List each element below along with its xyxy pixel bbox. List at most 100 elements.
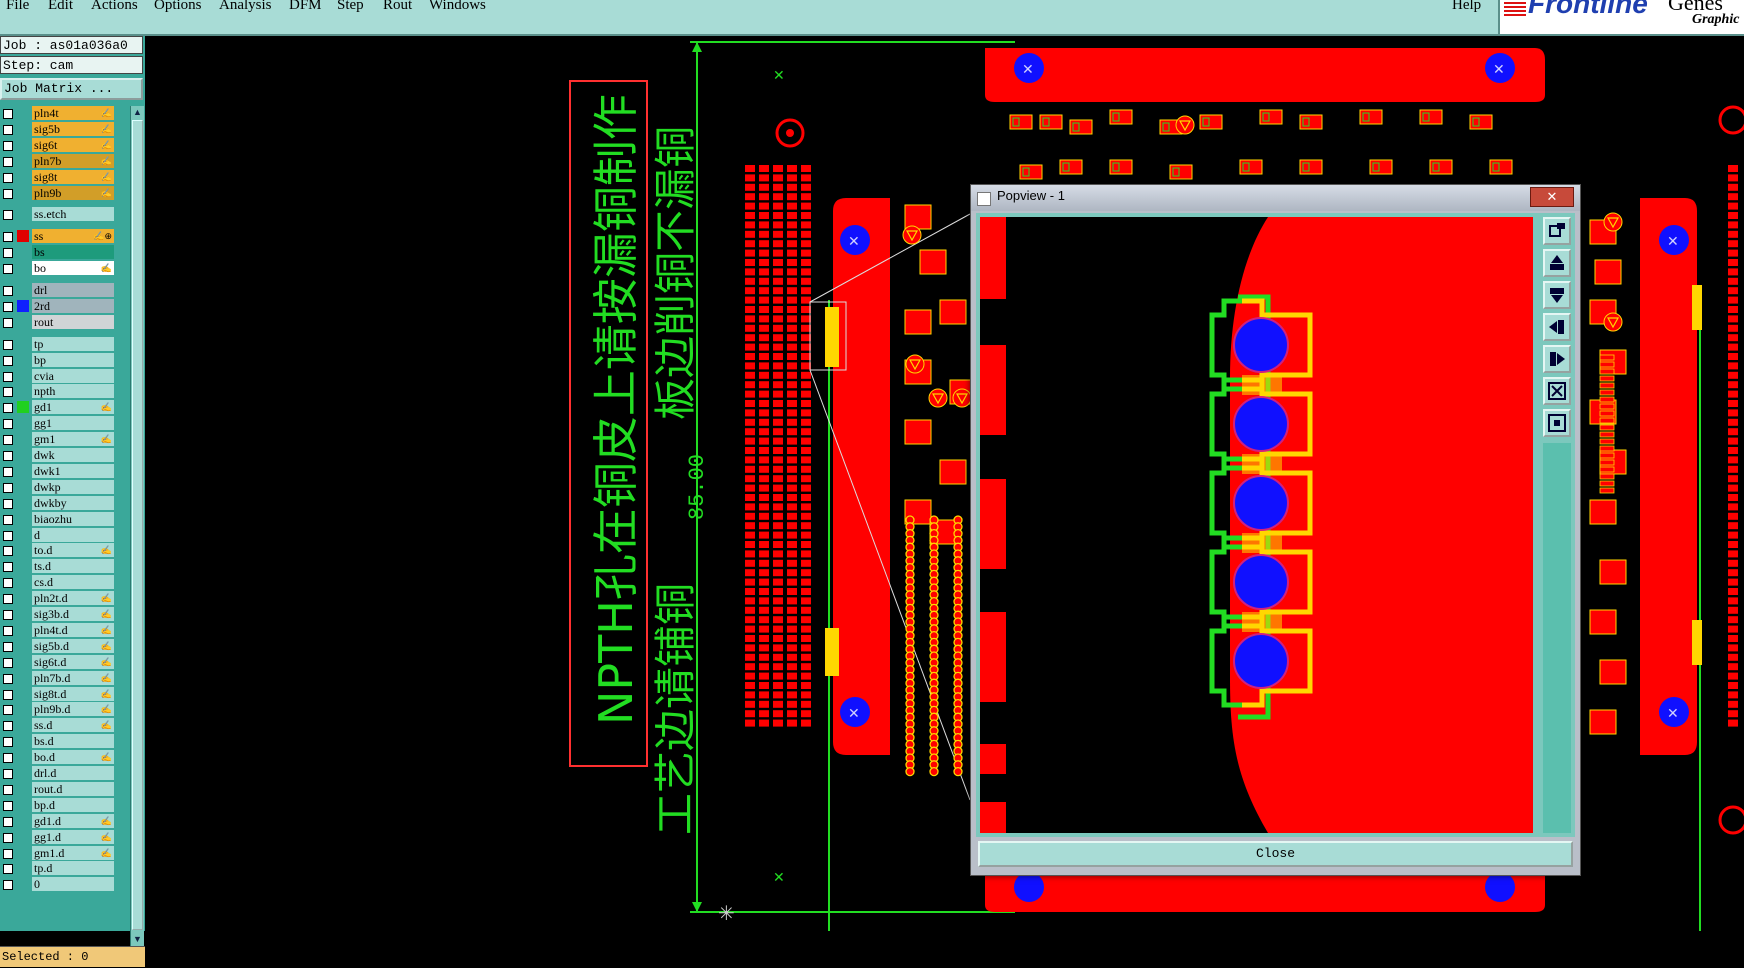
layer-checkbox[interactable] (3, 562, 13, 573)
layer-name[interactable]: gg1 (32, 416, 114, 431)
layer-checkbox[interactable] (3, 610, 13, 620)
layer-row[interactable]: dwk (0, 448, 128, 463)
zoom-home-icon[interactable] (1543, 409, 1571, 437)
layer-checkbox[interactable] (3, 816, 13, 827)
layer-checkbox[interactable] (3, 286, 13, 296)
menu-windows[interactable]: Windows (429, 0, 486, 14)
layer-checkbox[interactable] (3, 482, 13, 493)
popview-drawing[interactable] (980, 217, 1533, 833)
layer-row[interactable]: sig5b ✍ (0, 121, 128, 137)
layer-checkbox[interactable] (3, 864, 13, 875)
layer-row[interactable]: gd1 ✍ (0, 400, 128, 415)
layer-checkbox[interactable] (3, 641, 13, 652)
layer-checkbox[interactable] (3, 301, 13, 312)
layer-checkbox[interactable] (3, 594, 13, 605)
layer-row[interactable]: bs.d (0, 734, 128, 749)
layer-name[interactable]: pln2t.d ✍ (32, 591, 114, 606)
layer-row[interactable]: pln7b.d ✍ (0, 670, 128, 686)
layer-name[interactable]: tp.d (32, 861, 114, 876)
layer-checkbox[interactable] (3, 109, 13, 119)
layer-row[interactable]: rout.d (0, 781, 128, 797)
layer-checkbox[interactable] (3, 530, 13, 541)
layer-name[interactable]: bo ✍ (32, 261, 114, 276)
layer-name[interactable]: ss.etch (32, 207, 114, 222)
layer-checkbox[interactable] (3, 498, 13, 509)
layer-row[interactable]: bp (0, 352, 128, 368)
layer-name[interactable]: sig8t.d ✍ (32, 686, 114, 701)
layer-row[interactable]: bo.d ✍ (0, 750, 128, 765)
layer-name[interactable]: ss.d ✍ (32, 718, 114, 733)
layer-row[interactable]: cvia (0, 368, 128, 384)
layer-checkbox[interactable] (3, 546, 13, 557)
layer-checkbox[interactable] (3, 188, 13, 199)
layer-row[interactable]: ss.d ✍ (0, 718, 128, 733)
menu-dfm[interactable]: DFM (289, 0, 322, 14)
layer-name[interactable]: gg1.d ✍ (32, 829, 114, 844)
layer-checkbox[interactable] (3, 451, 13, 461)
layer-name[interactable]: to.d ✍ (32, 543, 114, 558)
close-icon[interactable]: ✕ (1530, 187, 1574, 207)
layer-row[interactable]: pln9b ✍ (0, 185, 128, 201)
layer-checkbox[interactable] (3, 387, 13, 398)
layer-name[interactable]: sig8t ✍ (32, 169, 114, 184)
menu-file[interactable]: File (6, 0, 29, 14)
layer-row[interactable]: sig6t ✍ (0, 137, 128, 153)
layer-checkbox[interactable] (3, 317, 13, 328)
menu-help[interactable]: Help (1452, 0, 1481, 14)
layer-row[interactable]: sig5b.d ✍ (0, 638, 128, 654)
job-matrix-button[interactable]: Job Matrix ... (0, 78, 143, 100)
layer-row[interactable]: tp (0, 336, 128, 352)
layer-name[interactable]: dwk (32, 448, 114, 462)
layer-row[interactable]: d (0, 527, 128, 543)
layer-name[interactable]: sig5b.d ✍ (32, 638, 114, 653)
layer-checkbox[interactable] (3, 435, 13, 446)
layer-row[interactable]: gm1.d ✍ (0, 845, 128, 861)
layer-name[interactable]: drl (32, 283, 114, 297)
layer-scrollbar[interactable]: ▲ ▼ (130, 106, 144, 946)
layer-checkbox[interactable] (3, 753, 13, 764)
layer-row[interactable]: pln4t ✍ (0, 106, 128, 121)
layer-checkbox[interactable] (3, 689, 13, 700)
layer-name[interactable]: biaozhu (32, 511, 114, 526)
layer-checkbox[interactable] (3, 419, 13, 430)
layer-row[interactable]: biaozhu (0, 511, 128, 527)
popview-titlebar[interactable]: Popview - 1 ✕ (971, 185, 1580, 211)
layer-name[interactable]: d (32, 527, 114, 542)
layer-color-swatch[interactable] (17, 401, 29, 414)
menu-edit[interactable]: Edit (48, 0, 73, 14)
layer-checkbox[interactable] (3, 800, 13, 811)
layer-row[interactable]: sig8t.d ✍ (0, 686, 128, 702)
layer-checkbox[interactable] (3, 371, 13, 382)
layer-checkbox[interactable] (3, 578, 13, 589)
layer-name[interactable]: gm1.d ✍ (32, 845, 114, 860)
layer-name[interactable]: cvia (32, 368, 114, 383)
scroll-down-icon[interactable]: ▼ (132, 934, 143, 945)
layer-row[interactable]: ss.etch (0, 207, 128, 222)
layer-row[interactable]: drl.d (0, 766, 128, 781)
layer-checkbox[interactable] (3, 248, 13, 259)
layer-checkbox[interactable] (3, 832, 13, 843)
layer-name[interactable]: sig6t ✍ (32, 137, 114, 152)
layer-row[interactable]: sig3b.d ✍ (0, 607, 128, 622)
layer-row[interactable]: sig6t.d ✍ (0, 654, 128, 670)
layer-row[interactable]: gm1 ✍ (0, 432, 128, 447)
layer-name[interactable]: pln9b.d ✍ (32, 702, 114, 717)
layer-checkbox[interactable] (3, 769, 13, 779)
layer-name[interactable]: ss ✍⊕ (32, 229, 114, 244)
zoom-window-icon[interactable] (1543, 217, 1571, 245)
menu-analysis[interactable]: Analysis (219, 0, 272, 14)
layer-row[interactable]: pln9b.d ✍ (0, 702, 128, 717)
layer-checkbox[interactable] (3, 140, 13, 151)
layer-name[interactable]: rout (32, 314, 114, 329)
layer-row[interactable]: dwk1 (0, 463, 128, 479)
layer-row[interactable]: gd1.d ✍ (0, 813, 128, 829)
layer-checkbox[interactable] (3, 403, 13, 414)
layer-name[interactable]: pln7b.d ✍ (32, 670, 114, 685)
layer-checkbox[interactable] (3, 156, 13, 167)
layer-name[interactable]: dwk1 (32, 463, 114, 478)
layer-name[interactable]: sig6t.d ✍ (32, 654, 114, 669)
close-button[interactable]: Close (978, 841, 1573, 867)
layer-name[interactable]: bp (32, 352, 114, 367)
layer-checkbox[interactable] (3, 339, 13, 350)
layer-name[interactable]: 0 (32, 877, 114, 892)
